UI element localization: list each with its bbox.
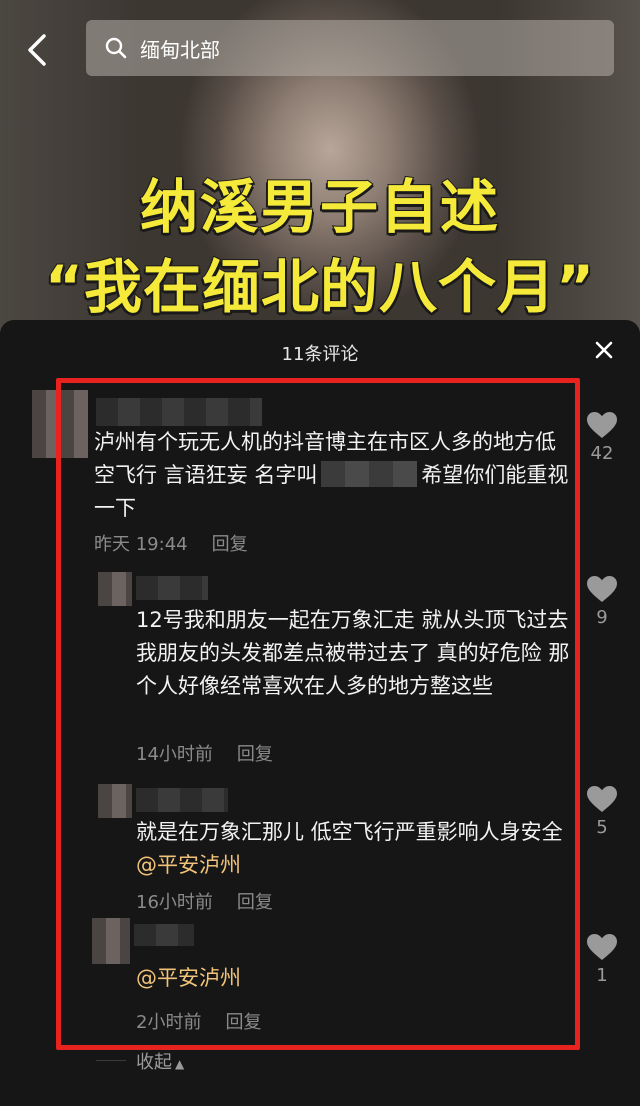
- comment-meta: 16小时前 回复: [136, 888, 273, 914]
- collapse-label: 收起: [136, 1052, 172, 1073]
- avatar[interactable]: [32, 390, 88, 458]
- avatar[interactable]: [98, 572, 132, 606]
- heart-icon: [587, 412, 617, 438]
- like-button[interactable]: 42: [582, 412, 622, 464]
- caret-up-icon: ▲: [175, 1057, 185, 1071]
- comment-time: 16小时前: [136, 892, 213, 913]
- comment-time: 昨天 19:44: [94, 534, 188, 555]
- heart-icon: [587, 934, 617, 960]
- comment-text: @平安泸州: [136, 962, 576, 995]
- avatar[interactable]: [98, 784, 132, 818]
- comment-text: 就是在万象汇那儿 低空飞行严重影响人身安全 @平安泸州: [136, 816, 576, 882]
- comment-meta: 14小时前 回复: [136, 740, 273, 766]
- search-input[interactable]: [140, 36, 540, 60]
- heart-icon: [587, 576, 617, 602]
- video-headline-line2: “我在缅北的八个月”: [44, 252, 596, 322]
- reply-button[interactable]: 回复: [212, 534, 248, 555]
- reply-button[interactable]: 回复: [237, 892, 273, 913]
- comment-text-part: 就是在万象汇那儿 低空飞行严重影响人身安全: [136, 820, 563, 844]
- like-count: 42: [590, 443, 614, 464]
- username-blurred[interactable]: [136, 576, 208, 600]
- close-button[interactable]: [592, 338, 616, 362]
- reply-button[interactable]: 回复: [237, 744, 273, 765]
- back-arrow-icon: [28, 34, 46, 66]
- like-button[interactable]: 1: [582, 934, 622, 986]
- avatar[interactable]: [92, 918, 130, 964]
- comment-time: 14小时前: [136, 744, 213, 765]
- comment-time: 2小时前: [136, 1012, 202, 1033]
- comment-sheet: 11条评论 泸州有个玩无人机的抖音博主在市区人多的地方低空飞行 言语狂妄 名字叫…: [0, 320, 640, 1106]
- comment-text: 12号我和朋友一起在万象汇走 就从头顶飞过去 我朋友的头发都差点被带过去了 真的…: [136, 608, 570, 698]
- mention-link[interactable]: @平安泸州: [136, 853, 241, 877]
- like-button[interactable]: 9: [582, 576, 622, 628]
- redacted-name: [321, 461, 418, 487]
- like-count: 1: [596, 965, 608, 986]
- search-bar[interactable]: [86, 20, 614, 76]
- comment-meta: 2小时前 回复: [136, 1008, 261, 1034]
- like-count: 9: [596, 607, 608, 628]
- heart-icon: [587, 786, 617, 812]
- comment-text: 泸州有个玩无人机的抖音博主在市区人多的地方低空飞行 言语狂妄 名字叫 希望你们能重…: [94, 426, 574, 525]
- video-headline-line1: 纳溪男子自述: [139, 172, 500, 242]
- mention-link[interactable]: @平安泸州: [136, 966, 241, 990]
- search-icon: [105, 37, 127, 59]
- reply-button[interactable]: 回复: [225, 1012, 261, 1033]
- collapse-replies-button[interactable]: 收起 ▲: [136, 1048, 184, 1074]
- username-blurred[interactable]: [96, 398, 262, 426]
- close-icon: [595, 341, 613, 359]
- username-blurred[interactable]: [134, 924, 194, 946]
- like-button[interactable]: 5: [582, 786, 622, 838]
- back-button[interactable]: [22, 30, 52, 70]
- comment-meta: 昨天 19:44 回复: [94, 530, 248, 556]
- username-blurred[interactable]: [136, 788, 228, 812]
- like-count: 5: [596, 817, 608, 838]
- divider: [96, 1060, 126, 1061]
- comment-count-title: 11条评论: [281, 344, 359, 365]
